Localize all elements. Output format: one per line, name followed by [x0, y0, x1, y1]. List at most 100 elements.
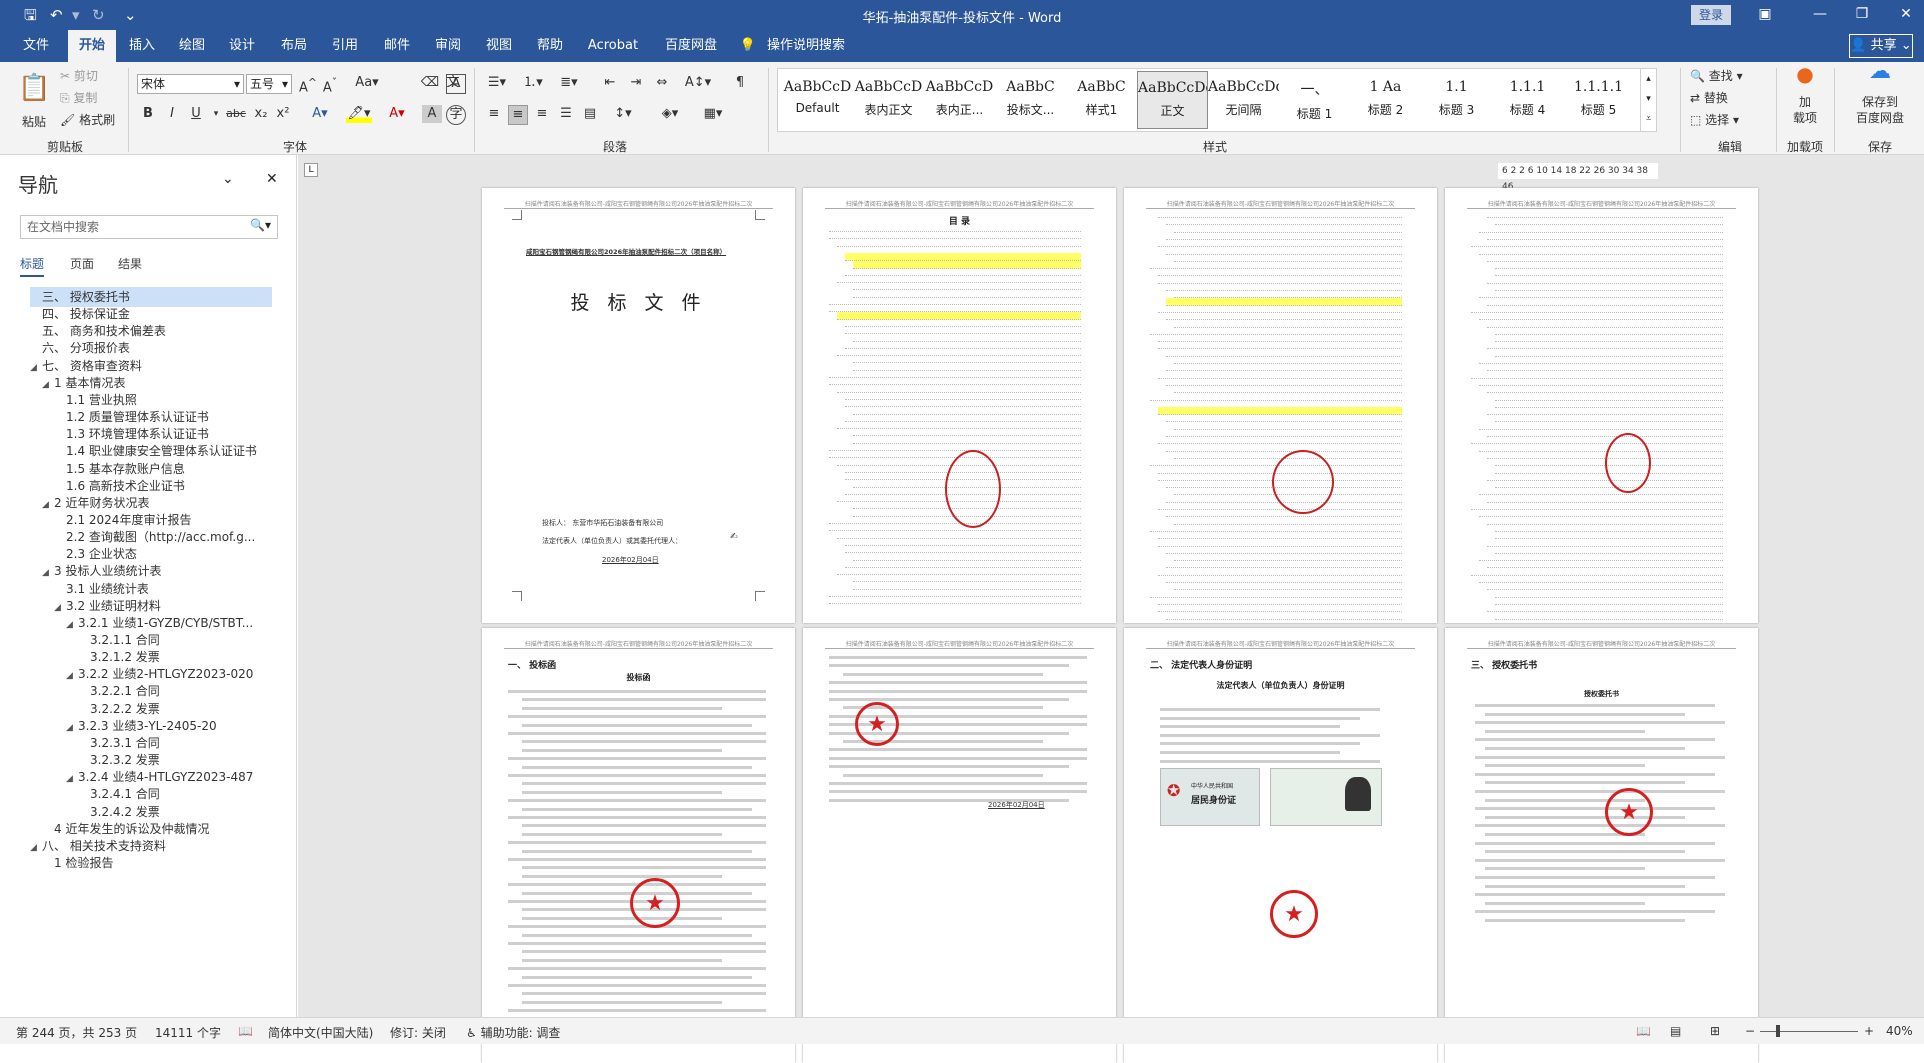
line-spacing-icon[interactable]: ↕▾	[610, 105, 636, 123]
tab-baidu[interactable]: 百度网盘	[656, 30, 726, 62]
change-case-icon[interactable]: Aa▾	[352, 74, 382, 92]
save-baidu-button[interactable]: 保存到 百度网盘	[1842, 94, 1918, 126]
page-count[interactable]: 第 244 页，共 253 页	[16, 1024, 137, 1041]
chinese-layout-icon[interactable]: ⇔	[652, 74, 672, 92]
read-mode-icon[interactable]: 📖	[1636, 1024, 1651, 1038]
font-size-combo[interactable]: 五号 ▾	[246, 74, 292, 94]
numbering-icon[interactable]: ⒈▾	[520, 74, 546, 92]
proofing-icon[interactable]: 📖	[238, 1024, 253, 1038]
page-toc-1[interactable]: 扫描件请阅石油装备有限公司-咸阳宝石钢管钢绳有限公司2026年抽油泵配件招标二次…	[803, 188, 1116, 623]
page-toc-3[interactable]: 扫描件请阅石油装备有限公司-咸阳宝石钢管钢绳有限公司2026年抽油泵配件招标二次	[1445, 188, 1758, 623]
styles-scroll[interactable]: ▴ ▾ ⩡	[1640, 69, 1656, 131]
expand-toggle-icon[interactable]: ◢	[30, 358, 42, 378]
tab-review[interactable]: 审阅	[428, 30, 468, 62]
horizontal-ruler[interactable]: 6 2 2 6 10 14 18 22 26 30 34 38 46	[1498, 163, 1658, 192]
align-center-icon[interactable]: ≡	[508, 105, 528, 125]
search-icon[interactable]: 🔍▾	[250, 218, 271, 232]
tab-draw[interactable]: 绘图	[172, 30, 212, 62]
justify-icon[interactable]: ☰	[556, 105, 576, 123]
style-5[interactable]: AaBbCcDd 正文	[1137, 71, 1208, 129]
sort-icon[interactable]: A↕▾	[684, 74, 712, 92]
nav-search-input[interactable]: 在文档中搜索	[20, 215, 278, 239]
zoom-slider[interactable]	[1760, 1031, 1858, 1032]
distributed-icon[interactable]: ▤	[580, 105, 600, 123]
tab-view[interactable]: 视图	[479, 30, 519, 62]
addin-icon[interactable]: ●	[1785, 64, 1825, 84]
addin-button[interactable]: 加 载项	[1785, 94, 1825, 126]
nav-heading-item[interactable]: 1 检验报告	[42, 853, 272, 873]
bold-button[interactable]: B	[140, 105, 156, 123]
strikethrough-button[interactable]: abc	[225, 105, 247, 123]
expand-toggle-icon[interactable]: ◢	[42, 375, 54, 395]
zoom-slider-thumb[interactable]	[1776, 1025, 1780, 1037]
expand-toggle-icon[interactable]: ◢	[54, 598, 66, 618]
close-pane-icon[interactable]: ✕	[266, 171, 278, 187]
tab-home[interactable]: 开始	[68, 30, 116, 62]
page-bid-letter[interactable]: 扫描件请阅石油装备有限公司-咸阳宝石钢管钢绳有限公司2026年抽油泵配件招标二次…	[482, 628, 795, 1063]
paste-button[interactable]: 粘贴	[22, 114, 46, 130]
nav-tab-results[interactable]: 结果	[118, 255, 142, 272]
tab-design[interactable]: 设计	[222, 30, 262, 62]
style-2[interactable]: AaBbCcD 表内正...	[924, 71, 995, 129]
page-bid-letter-2[interactable]: 扫描件请阅石油装备有限公司-咸阳宝石钢管钢绳有限公司2026年抽油泵配件招标二次…	[803, 628, 1116, 1063]
replace-button[interactable]: ⇄ 替换	[1690, 90, 1728, 106]
word-count[interactable]: 14111 个字	[155, 1024, 221, 1041]
style-0[interactable]: AaBbCcD Default	[782, 71, 853, 129]
underline-dropdown-icon[interactable]: ▾	[210, 105, 222, 123]
page-legal-rep[interactable]: 扫描件请阅石油装备有限公司-咸阳宝石钢管钢绳有限公司2026年抽油泵配件招标二次…	[1124, 628, 1437, 1063]
nav-tab-headings[interactable]: 标题	[20, 255, 45, 277]
char-shading-icon[interactable]: A	[422, 105, 442, 123]
baidu-cloud-icon[interactable]: ☁	[1845, 61, 1915, 83]
login-button[interactable]: 登录	[1691, 5, 1731, 25]
increase-indent-icon[interactable]: ⇥	[626, 74, 646, 92]
show-marks-icon[interactable]: ¶	[730, 74, 750, 92]
style-8[interactable]: 1 Aa 标题 2	[1350, 71, 1421, 129]
track-changes[interactable]: 修订: 关闭	[390, 1024, 446, 1041]
highlight-icon[interactable]: 🖊▾	[346, 105, 372, 123]
expand-toggle-icon[interactable]: ◢	[66, 666, 78, 686]
tab-stop-selector[interactable]: L	[304, 163, 318, 177]
page-toc-2[interactable]: 扫描件请阅石油装备有限公司-咸阳宝石钢管钢绳有限公司2026年抽油泵配件招标二次	[1124, 188, 1437, 623]
zoom-in-icon[interactable]: +	[1864, 1024, 1874, 1038]
style-11[interactable]: 1.1.1.1 标题 5	[1563, 71, 1634, 129]
style-7[interactable]: 一、 标题 1	[1279, 71, 1350, 129]
expand-toggle-icon[interactable]: ◢	[66, 769, 78, 789]
multilevel-list-icon[interactable]: ≣▾	[556, 74, 582, 92]
style-9[interactable]: 1.1 标题 3	[1421, 71, 1492, 129]
print-layout-icon[interactable]: ▤	[1670, 1024, 1681, 1038]
align-left-icon[interactable]: ≡	[484, 105, 504, 123]
borders-icon[interactable]: ▦▾	[700, 105, 726, 123]
chevron-down-icon[interactable]: ⌄	[222, 171, 234, 187]
shrink-font-icon[interactable]: Aˇ	[320, 74, 340, 97]
paste-icon[interactable]: 📋	[18, 68, 50, 112]
subscript-button[interactable]: x₂	[252, 105, 270, 123]
web-layout-icon[interactable]: ⊞	[1710, 1024, 1720, 1038]
font-color-icon[interactable]: A▾	[384, 105, 410, 123]
style-6[interactable]: AaBbCcDd 无间隔	[1208, 71, 1279, 129]
bullets-icon[interactable]: ☰▾	[484, 74, 510, 92]
zoom-level[interactable]: 40%	[1886, 1024, 1913, 1038]
nav-tab-pages[interactable]: 页面	[70, 255, 94, 272]
tab-mailings[interactable]: 邮件	[377, 30, 417, 62]
accessibility-status[interactable]: ♿ 辅助功能: 调查	[466, 1024, 560, 1041]
ribbon-display-icon[interactable]: ▣	[1751, 4, 1779, 24]
italic-button[interactable]: I	[164, 105, 180, 123]
align-right-icon[interactable]: ≡	[532, 105, 552, 123]
text-effects-icon[interactable]: A▾	[308, 105, 332, 123]
expand-toggle-icon[interactable]: ◢	[42, 563, 54, 583]
expand-toggle-icon[interactable]: ◢	[66, 615, 78, 635]
copy-button[interactable]: ⎘ 复制	[60, 90, 97, 106]
expand-toggle-icon[interactable]: ◢	[66, 718, 78, 738]
language[interactable]: 简体中文(中国大陆)	[268, 1024, 373, 1041]
tab-acrobat[interactable]: Acrobat	[583, 30, 643, 62]
cut-button[interactable]: ✂ 剪切	[60, 68, 98, 84]
style-10[interactable]: 1.1.1 标题 4	[1492, 71, 1563, 129]
tab-references[interactable]: 引用	[325, 30, 365, 62]
tab-help[interactable]: 帮助	[530, 30, 570, 62]
tab-file[interactable]: 文件	[14, 30, 58, 62]
decrease-indent-icon[interactable]: ⇤	[600, 74, 620, 92]
style-1[interactable]: AaBbCcD 表内正文	[853, 71, 924, 129]
tab-insert[interactable]: 插入	[122, 30, 162, 62]
char-border-icon[interactable]: A	[446, 74, 466, 94]
select-button[interactable]: ⬚ 选择 ▾	[1690, 112, 1739, 128]
